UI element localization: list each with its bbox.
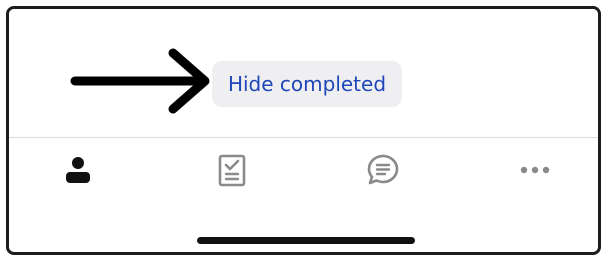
tab-tasks[interactable] — [210, 148, 254, 192]
clipboard-check-icon — [218, 154, 246, 187]
person-icon — [66, 157, 90, 183]
content-area: Hide completed — [9, 9, 598, 137]
arrow-annotation-icon — [70, 48, 210, 114]
tab-bar — [9, 138, 598, 198]
hide-completed-button[interactable]: Hide completed — [212, 61, 402, 107]
more-icon — [520, 166, 550, 174]
tab-more[interactable] — [513, 148, 557, 192]
hide-completed-label: Hide completed — [227, 72, 387, 96]
tab-messages[interactable] — [361, 148, 405, 192]
tab-profile[interactable] — [56, 148, 100, 192]
chat-bubble-icon — [367, 154, 399, 185]
screen-frame: Hide completed — [6, 6, 601, 255]
home-indicator[interactable] — [197, 237, 415, 244]
